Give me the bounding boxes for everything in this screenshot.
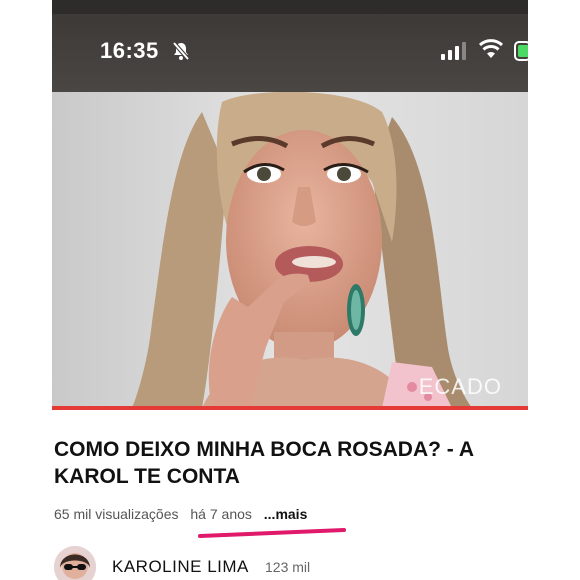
upload-age: há 7 anos — [190, 506, 252, 522]
subscriber-count: 123 mil — [265, 559, 311, 575]
video-progress-fill — [52, 406, 528, 410]
channel-row[interactable]: KAROLINE LIMA 123 mil — [52, 546, 528, 580]
video-player[interactable]: ECADO — [52, 92, 528, 408]
video-watermark: ECADO — [418, 374, 502, 399]
signal-icon — [441, 42, 466, 60]
video-thumbnail — [52, 92, 528, 408]
phone-screen: 16:35 ECADO COMO DEIXO MINHA BOCA ROSADA… — [52, 0, 528, 580]
channel-avatar[interactable] — [54, 546, 96, 580]
battery-icon — [514, 41, 528, 61]
status-time: 16:35 — [100, 38, 159, 63]
video-progress-bar[interactable] — [52, 406, 528, 410]
highlight-underline — [198, 528, 346, 538]
more-link[interactable]: ...mais — [264, 506, 308, 522]
bell-slash-icon — [172, 41, 190, 61]
video-meta: 65 mil visualizações há 7 anos ...mais — [54, 506, 315, 522]
channel-name[interactable]: KAROLINE LIMA — [112, 557, 249, 577]
status-bar: 16:35 — [52, 0, 528, 92]
video-title: COMO DEIXO MINHA BOCA ROSADA? - A KAROL … — [54, 438, 474, 488]
wifi-icon — [478, 39, 504, 58]
status-bar-top-edge — [52, 0, 528, 14]
view-count: 65 mil visualizações — [54, 506, 179, 522]
avatar-image — [54, 546, 96, 580]
